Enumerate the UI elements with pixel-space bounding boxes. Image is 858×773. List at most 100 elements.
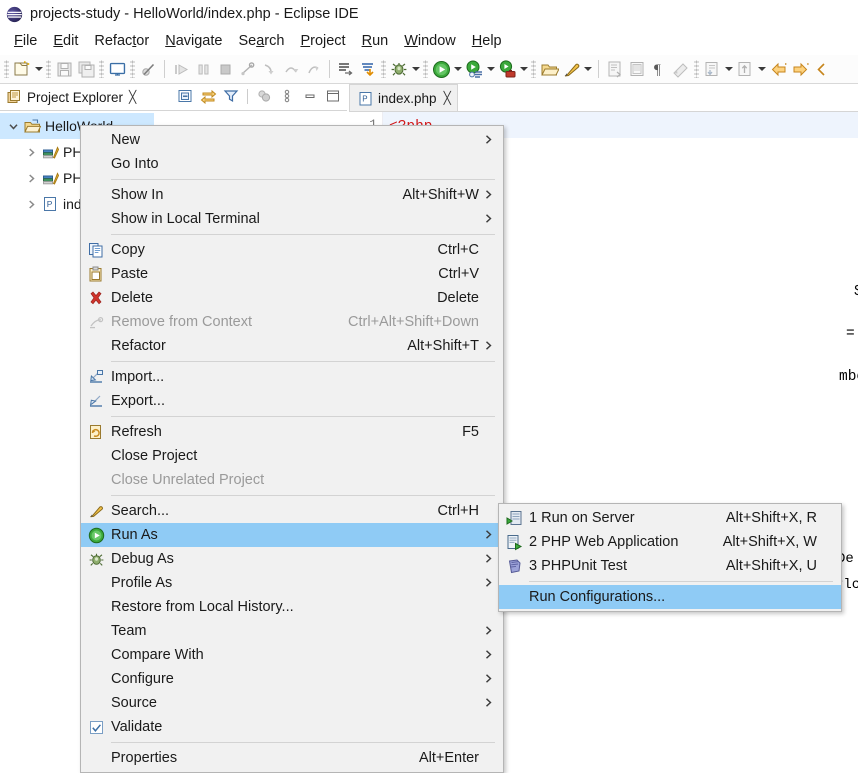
use-step-filters-icon[interactable] (357, 58, 379, 80)
php-file-icon: P (359, 91, 372, 105)
menu-item-shortcut: F5 (462, 424, 479, 440)
chevron-right-icon[interactable] (22, 199, 40, 210)
menubar-item-run[interactable]: Run (354, 31, 397, 51)
close-icon[interactable]: ╳ (444, 91, 451, 105)
menu-item-copy[interactable]: Copy Ctrl+C (81, 238, 503, 262)
menubar-item-file[interactable]: File (6, 31, 45, 51)
view-menu-filter-icon[interactable] (221, 86, 241, 106)
collapse-all-icon[interactable] (175, 86, 195, 106)
menu-separator (529, 581, 833, 582)
search-icon[interactable] (560, 58, 582, 80)
menu-item-debug-as[interactable]: Debug As (81, 547, 503, 571)
link-with-editor-icon[interactable] (198, 86, 218, 106)
menu-item-label: Import... (111, 369, 165, 385)
menu-item-restore-from-local-history[interactable]: Restore from Local History... (81, 595, 503, 619)
run-icon[interactable] (430, 58, 452, 80)
context-menu[interactable]: New Go Into Show In Alt+Shift+W Show in Loca… (80, 125, 504, 773)
run-icon (81, 524, 111, 546)
toolbar-grip-2[interactable] (46, 60, 51, 78)
toggle-block-selection-icon (626, 58, 648, 80)
menubar-item-navigate[interactable]: Navigate (157, 31, 230, 51)
menubar-item-search[interactable]: Search (230, 31, 292, 51)
tab-index-php[interactable]: P index.php ╳ (349, 84, 458, 111)
menu-item-export[interactable]: Export... (81, 389, 503, 413)
back-icon[interactable] (767, 58, 789, 80)
toolbar-grip-7[interactable] (531, 60, 536, 78)
toolbar-overflow-icon[interactable] (811, 58, 833, 80)
menubar-item-project[interactable]: Project (292, 31, 353, 51)
maximize-icon[interactable] (323, 86, 343, 106)
open-console-icon[interactable] (106, 58, 128, 80)
view-menu-icon[interactable] (277, 86, 297, 106)
menubar-item-window[interactable]: Window (396, 31, 464, 51)
menu-item-delete[interactable]: Delete Delete (81, 286, 503, 310)
menu-item-close-project[interactable]: Close Project (81, 444, 503, 468)
focus-on-active-task-icon (254, 86, 274, 106)
menu-item-3-phpunit-test[interactable]: 3 PHPUnit Test Alt+Shift+X, U (499, 554, 841, 578)
menu-item-run-configurations[interactable]: Run Configurations... (499, 585, 841, 609)
menu-item-team[interactable]: Team (81, 619, 503, 643)
forward-icon[interactable] (789, 58, 811, 80)
menu-item-show-in-local-terminal[interactable]: Show in Local Terminal (81, 207, 503, 231)
menu-item-properties[interactable]: Properties Alt+Enter (81, 746, 503, 770)
menu-item-shortcut: Alt+Shift+W (402, 187, 479, 203)
new-dropdown-arrow[interactable] (33, 58, 44, 80)
toolbar-grip-3[interactable] (99, 60, 104, 78)
run-last-tool-dropdown-arrow[interactable] (485, 58, 496, 80)
menu-item-show-in[interactable]: Show In Alt+Shift+W (81, 183, 503, 207)
menu-item-label: Restore from Local History... (111, 599, 294, 615)
open-declaration-dropdown-arrow[interactable] (756, 58, 767, 80)
menu-item-label: Export... (111, 393, 165, 409)
chevron-right-icon[interactable] (22, 173, 40, 184)
export-icon (81, 390, 111, 412)
run-as-submenu[interactable]: 1 Run on Server Alt+Shift+X, R 2 PHP Web A… (498, 503, 842, 612)
menu-item-no-icon (81, 208, 111, 230)
menu-item-go-into[interactable]: Go Into (81, 152, 503, 176)
new-wizard-icon[interactable] (11, 58, 33, 80)
menu-item-label: Copy (111, 242, 145, 258)
title-bar: projects-study - HelloWorld/index.php - … (0, 0, 858, 28)
menu-item-paste[interactable]: Paste Ctrl+V (81, 262, 503, 286)
open-task-dropdown-arrow[interactable] (723, 58, 734, 80)
menu-item-profile-as[interactable]: Profile As (81, 571, 503, 595)
toolbar-grip-6[interactable] (423, 60, 428, 78)
chevron-down-icon[interactable] (4, 121, 22, 132)
chevron-right-icon[interactable] (22, 147, 40, 158)
debug-icon[interactable] (388, 58, 410, 80)
menubar-item-refactor[interactable]: Refactor (86, 31, 157, 51)
external-tools-dropdown-arrow[interactable] (518, 58, 529, 80)
toolbar-grip-4[interactable] (130, 60, 135, 78)
minimize-icon[interactable] (300, 86, 320, 106)
toolbar-grip-8[interactable] (694, 60, 699, 78)
submenu-arrow-icon (479, 528, 497, 543)
menubar-item-help[interactable]: Help (464, 31, 510, 51)
menu-item-search[interactable]: Search... Ctrl+H (81, 499, 503, 523)
menubar-item-edit[interactable]: Edit (45, 31, 86, 51)
menu-item-no-icon (81, 469, 111, 491)
open-type-icon[interactable] (538, 58, 560, 80)
menu-item-import[interactable]: Import... (81, 365, 503, 389)
external-tools-icon[interactable] (496, 58, 518, 80)
toolbar-grip-5[interactable] (381, 60, 386, 78)
menu-item-1-run-on-server[interactable]: 1 Run on Server Alt+Shift+X, R (499, 506, 841, 530)
close-icon[interactable]: ╳ (129, 90, 136, 104)
menu-item-no-icon (81, 596, 111, 618)
show-source-icon[interactable] (335, 58, 357, 80)
menu-item-run-as[interactable]: Run As (81, 523, 503, 547)
menu-item-no-icon (81, 129, 111, 151)
menu-item-2-php-web-application[interactable]: 2 PHP Web Application Alt+Shift+X, W (499, 530, 841, 554)
toolbar-grip[interactable] (4, 60, 9, 78)
menu-item-refresh[interactable]: Refresh F5 (81, 420, 503, 444)
search-dropdown-arrow[interactable] (582, 58, 593, 80)
menu-item-no-icon (81, 335, 111, 357)
menu-item-new[interactable]: New (81, 128, 503, 152)
menu-item-configure[interactable]: Configure (81, 667, 503, 691)
menu-item-refactor[interactable]: Refactor Alt+Shift+T (81, 334, 503, 358)
menu-item-source[interactable]: Source (81, 691, 503, 715)
run-last-tool-icon[interactable] (463, 58, 485, 80)
debug-dropdown-arrow[interactable] (410, 58, 421, 80)
run-dropdown-arrow[interactable] (452, 58, 463, 80)
menu-item-compare-with[interactable]: Compare With (81, 643, 503, 667)
menu-item-validate[interactable]: Validate (81, 715, 503, 739)
tab-project-explorer[interactable]: Project Explorer ╳ (0, 85, 140, 110)
